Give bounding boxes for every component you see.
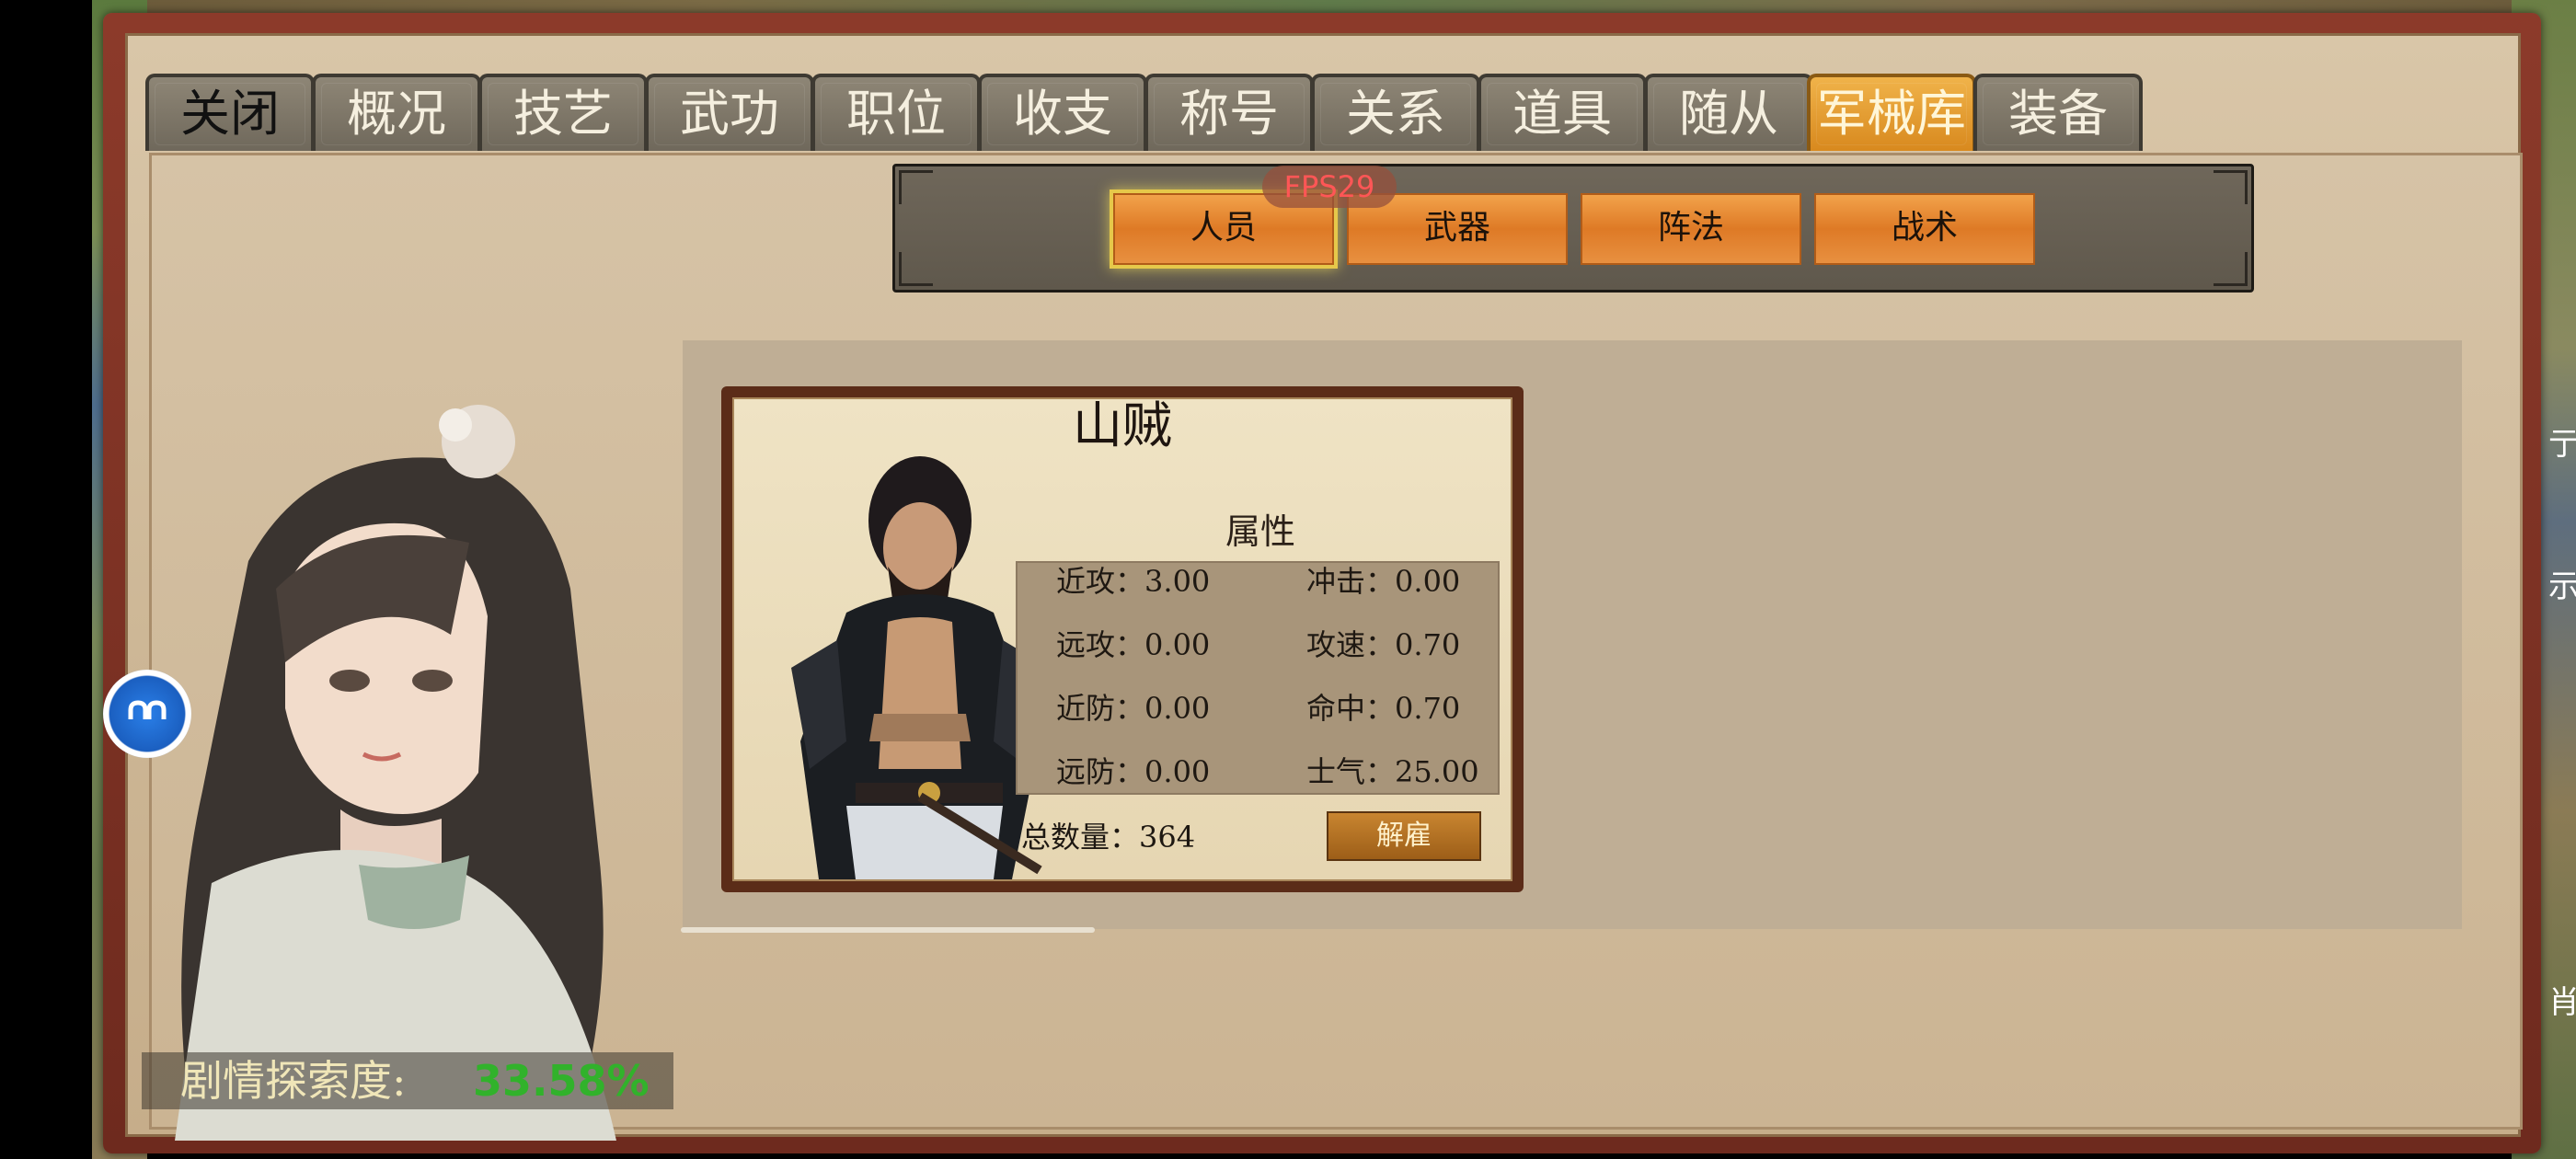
story-progress-value: 33.58% — [473, 1056, 650, 1106]
assistant-float-button[interactable] — [103, 670, 191, 758]
tab-martial-arts[interactable]: 武功 — [645, 74, 814, 151]
attr-label: 近攻 — [1056, 564, 1116, 599]
attr-value: 0.00 — [1144, 754, 1211, 789]
attr-value: 0.00 — [1144, 627, 1211, 662]
count-label: 总数量 — [1021, 820, 1110, 855]
tab-armory[interactable]: 军械库 — [1807, 74, 1976, 151]
tab-equipment[interactable]: 装备 — [1973, 74, 2143, 151]
character-portrait — [138, 405, 699, 1141]
tab-label: 关系 — [1346, 85, 1445, 143]
tab-label: 职位 — [846, 85, 946, 143]
dismiss-button[interactable]: 解雇 — [1327, 811, 1481, 861]
story-progress-label: 剧情探索度: — [180, 1056, 407, 1106]
tab-overview[interactable]: 概况 — [312, 74, 481, 151]
subnav-tactics-button[interactable]: 战术 — [1814, 193, 2035, 265]
attr-value: 25.00 — [1395, 754, 1479, 789]
attr-melee-defense: 近防：0.00 — [1056, 691, 1211, 726]
horizontal-scrollbar[interactable] — [681, 927, 1095, 933]
attr-label: 攻速 — [1306, 627, 1366, 662]
tab-relations[interactable]: 关系 — [1311, 74, 1480, 151]
attr-label: 远防 — [1056, 754, 1116, 789]
tab-finances[interactable]: 收支 — [978, 74, 1147, 151]
tab-label: 武功 — [680, 85, 779, 143]
tab-items[interactable]: 道具 — [1478, 74, 1647, 151]
tab-label: 技艺 — [513, 85, 613, 143]
map-edge-glyph: 肖 — [2548, 984, 2576, 1021]
tab-label: 概况 — [347, 85, 446, 143]
attr-label: 士气 — [1306, 754, 1366, 789]
tab-label: 关闭 — [180, 85, 280, 143]
attr-morale: 士气：25.00 — [1306, 754, 1479, 789]
tab-label: 收支 — [1013, 85, 1112, 143]
tab-label: 军械库 — [1817, 85, 1966, 143]
attr-label: 远攻 — [1056, 627, 1116, 662]
attr-charge: 冲击：0.00 — [1306, 564, 1461, 599]
armory-subnav — [892, 164, 2254, 293]
tab-label: 道具 — [1512, 85, 1612, 143]
count-value: 364 — [1139, 820, 1196, 855]
map-edge-glyph: 亍 — [2548, 426, 2576, 463]
attr-ranged-attack: 远攻：0.00 — [1056, 627, 1211, 662]
attr-label: 命中 — [1306, 691, 1366, 726]
attr-label: 近防 — [1056, 691, 1116, 726]
tab-label: 称号 — [1179, 85, 1279, 143]
attr-value: 0.70 — [1395, 627, 1461, 662]
unit-name: 山贼 — [1073, 396, 1172, 454]
attr-value: 3.00 — [1144, 564, 1211, 599]
attr-value: 0.00 — [1395, 564, 1461, 599]
attr-accuracy: 命中：0.70 — [1306, 691, 1461, 726]
attr-value: 0.00 — [1144, 691, 1211, 726]
assistant-face-icon — [128, 700, 167, 719]
map-edge-glyph: 示 — [2548, 568, 2576, 605]
tab-skills[interactable]: 技艺 — [478, 74, 648, 151]
tab-close[interactable]: 关闭 — [145, 74, 315, 151]
unit-count: 总数量：364 — [1021, 820, 1196, 855]
attr-attack-speed: 攻速：0.70 — [1306, 627, 1461, 662]
attr-label: 冲击 — [1306, 564, 1366, 599]
attr-ranged-defense: 远防：0.00 — [1056, 754, 1211, 789]
attr-value: 0.70 — [1395, 691, 1461, 726]
tab-label: 随从 — [1679, 85, 1778, 143]
fps-counter: FPS29 — [1262, 166, 1397, 208]
tab-followers[interactable]: 随从 — [1644, 74, 1813, 151]
attr-melee-attack: 近攻：3.00 — [1056, 564, 1211, 599]
attributes-heading: 属性 — [1225, 511, 1295, 552]
tab-titles[interactable]: 称号 — [1144, 74, 1314, 151]
tab-label: 装备 — [2008, 85, 2108, 143]
subnav-formations-button[interactable]: 阵法 — [1581, 193, 1801, 265]
tab-position[interactable]: 职位 — [811, 74, 981, 151]
